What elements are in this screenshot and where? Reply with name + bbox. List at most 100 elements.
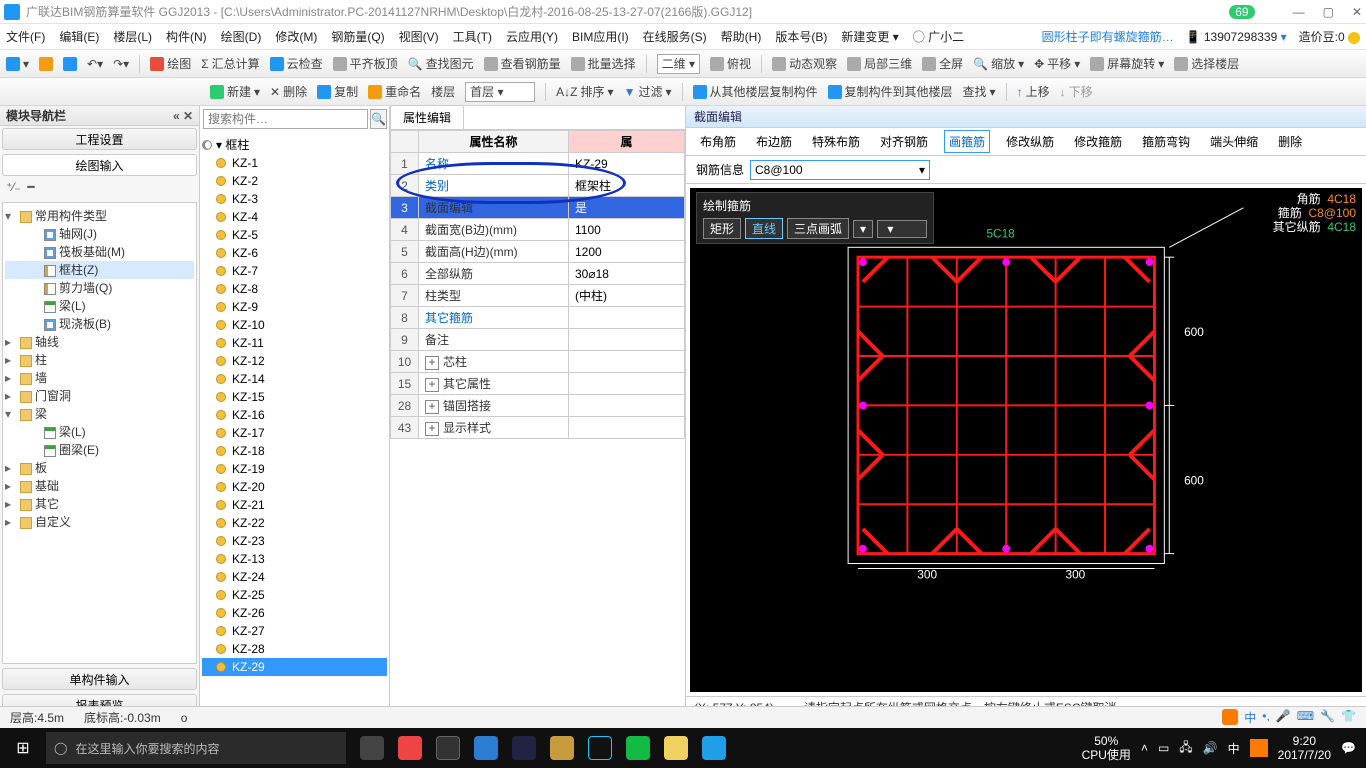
comp-item[interactable]: KZ-29 <box>202 658 387 676</box>
rebar-info-combo[interactable]: C8@100▾ <box>750 160 930 180</box>
volume-icon[interactable]: 🔊 <box>1203 741 1218 755</box>
minimize-button[interactable]: — <box>1293 5 1305 19</box>
cloudcheck-button[interactable]: 云检查 <box>270 55 323 72</box>
app3-icon[interactable] <box>588 736 612 760</box>
comp-item[interactable]: KZ-22 <box>202 514 387 532</box>
comp-item[interactable]: KZ-24 <box>202 568 387 586</box>
comp-item[interactable]: KZ-10 <box>202 316 387 334</box>
nav-node[interactable]: 其它 <box>5 495 194 513</box>
nav-tab-single[interactable]: 单构件输入 <box>2 668 197 690</box>
menu-version[interactable]: 版本号(B) <box>775 28 827 45</box>
nav-leaf[interactable]: 圈梁(E) <box>5 441 194 459</box>
editor-tab[interactable]: 修改箍筋 <box>1070 131 1126 152</box>
prop-row[interactable]: 9备注 <box>391 329 685 351</box>
prop-row[interactable]: 43显示样式 <box>391 417 685 439</box>
nav-leaf[interactable]: 轴网(J) <box>5 225 194 243</box>
tip-link[interactable]: 圆形柱子即有螺旋箍筋… <box>1042 28 1174 45</box>
app1-icon[interactable] <box>398 736 422 760</box>
copyto-button[interactable]: 复制构件到其他楼层 <box>828 83 953 100</box>
network-icon[interactable]: 🖧 <box>1179 738 1192 759</box>
menu-tool[interactable]: 工具(T) <box>453 28 492 45</box>
sort-button[interactable]: A↓Z 排序▾ <box>556 83 613 100</box>
comp-item[interactable]: KZ-23 <box>202 532 387 550</box>
comp-item[interactable]: KZ-27 <box>202 622 387 640</box>
rename-button[interactable]: 重命名 <box>368 83 421 100</box>
taskbar-search[interactable]: ◯ 在这里输入你要搜索的内容 <box>46 732 346 764</box>
draw-mode-dropdown[interactable]: ▾ <box>853 220 873 238</box>
section-canvas[interactable]: 绘制箍筋 矩形直线三点画弧▾ ▾ 角筋 4C18箍筋 C8@100其它纵筋 4C… <box>690 188 1362 692</box>
prop-row[interactable]: 3截面编辑是 <box>391 197 685 219</box>
comp-item[interactable]: KZ-12 <box>202 352 387 370</box>
comp-item[interactable]: KZ-1 <box>202 154 387 172</box>
editor-tab[interactable]: 端头伸缩 <box>1206 131 1262 152</box>
comp-item[interactable]: KZ-7 <box>202 262 387 280</box>
nav-node[interactable]: 板 <box>5 459 194 477</box>
menu-online[interactable]: 在线服务(S) <box>643 28 707 45</box>
nav-close-icon[interactable]: « ✕ <box>173 106 193 126</box>
movedown-button[interactable]: ↓ 下移 <box>1060 83 1093 100</box>
copy-comp-button[interactable]: 复制 <box>317 83 358 100</box>
new-file-button[interactable]: ▾ <box>6 57 29 71</box>
menu-newchange[interactable]: 新建变更 ▾ <box>841 28 898 45</box>
moveup-button[interactable]: ↑ 上移 <box>1017 83 1050 100</box>
nav-tree[interactable]: 常用构件类型轴网(J)筏板基础(M)框柱(Z)剪力墙(Q)梁(L)现浇板(B)轴… <box>2 202 197 664</box>
draw-mode-button[interactable]: 矩形 <box>703 218 741 239</box>
close-button[interactable]: ✕ <box>1352 5 1362 19</box>
nav-tab-settings[interactable]: 工程设置 <box>2 128 197 150</box>
sum-button[interactable]: Σ 汇总计算 <box>201 55 259 72</box>
nav-node[interactable]: 柱 <box>5 351 194 369</box>
comp-item[interactable]: KZ-17 <box>202 424 387 442</box>
new-comp-button[interactable]: 新建▾ <box>210 83 260 100</box>
prop-row[interactable]: 15其它属性 <box>391 373 685 395</box>
draw-mode-button[interactable]: 直线 <box>745 218 783 239</box>
undo-button[interactable]: ↶▾ <box>87 57 103 71</box>
menu-file[interactable]: 文件(F) <box>6 28 45 45</box>
nav-tab-drawinput[interactable]: 绘图输入 <box>2 154 197 176</box>
prop-row[interactable]: 28锚固搭接 <box>391 395 685 417</box>
prop-row[interactable]: 8其它箍筋 <box>391 307 685 329</box>
nav-leaf[interactable]: 现浇板(B) <box>5 315 194 333</box>
ime-tray[interactable]: 中 <box>1228 740 1240 757</box>
prop-row[interactable]: 6全部纵筋30⌀18 <box>391 263 685 285</box>
editor-tab[interactable]: 布边筋 <box>752 131 796 152</box>
keyboard-icon[interactable]: ⌨ <box>1297 709 1314 726</box>
editor-tab[interactable]: 删除 <box>1274 131 1306 152</box>
start-button[interactable]: ⊞ <box>0 738 46 758</box>
menu-bim[interactable]: BIM应用(I) <box>572 28 629 45</box>
aligntop-button[interactable]: 平齐板顶 <box>333 55 398 72</box>
find-button[interactable]: 🔍 查找图元 <box>408 55 474 72</box>
notifications-icon[interactable]: 💬 <box>1341 741 1356 755</box>
zoom-button[interactable]: 🔍缩放▾ <box>973 55 1024 72</box>
nav-node[interactable]: 梁 <box>5 405 194 423</box>
draw-button[interactable]: 绘图 <box>150 55 191 72</box>
menu-edit[interactable]: 编辑(E) <box>59 28 99 45</box>
menu-rebar[interactable]: 钢筋量(Q) <box>331 28 384 45</box>
menu-view[interactable]: 视图(V) <box>399 28 439 45</box>
nav-leaf[interactable]: 梁(L) <box>5 297 194 315</box>
orbit-button[interactable]: 动态观察 <box>772 55 837 72</box>
taskview-icon[interactable] <box>360 736 384 760</box>
nav-leaf[interactable]: 框柱(Z) <box>5 261 194 279</box>
editor-tab[interactable]: 修改纵筋 <box>1002 131 1058 152</box>
clock[interactable]: 9:202017/7/20 <box>1278 734 1331 762</box>
save-button[interactable] <box>63 57 77 71</box>
property-table[interactable]: 属性名称属 1名称KZ-292类别框架柱3截面编辑是4截面宽(B边)(mm)11… <box>390 130 685 439</box>
prop-row[interactable]: 7柱类型(中柱) <box>391 285 685 307</box>
editor-tab[interactable]: 布角筋 <box>696 131 740 152</box>
local3d-button[interactable]: 局部三维 <box>847 55 912 72</box>
pan-button[interactable]: ✥平移▾ <box>1034 55 1080 72</box>
mic-icon[interactable]: 🎤 <box>1276 709 1291 726</box>
viewrebar-button[interactable]: 查看钢筋量 <box>484 55 561 72</box>
comp-item[interactable]: KZ-18 <box>202 442 387 460</box>
menu-modify[interactable]: 修改(M) <box>275 28 317 45</box>
nav-node[interactable]: 基础 <box>5 477 194 495</box>
comp-item[interactable]: KZ-4 <box>202 208 387 226</box>
comp-item[interactable]: KZ-15 <box>202 388 387 406</box>
nav-leaf[interactable]: 筏板基础(M) <box>5 243 194 261</box>
maximize-button[interactable]: ▢ <box>1323 5 1334 19</box>
comp-item[interactable]: KZ-19 <box>202 460 387 478</box>
comp-item[interactable]: KZ-8 <box>202 280 387 298</box>
comp-item[interactable]: KZ-14 <box>202 370 387 388</box>
phone-link[interactable]: 📱 13907298339 ▾ <box>1186 30 1287 44</box>
nvidia-icon[interactable]: ▭ <box>1158 741 1169 755</box>
